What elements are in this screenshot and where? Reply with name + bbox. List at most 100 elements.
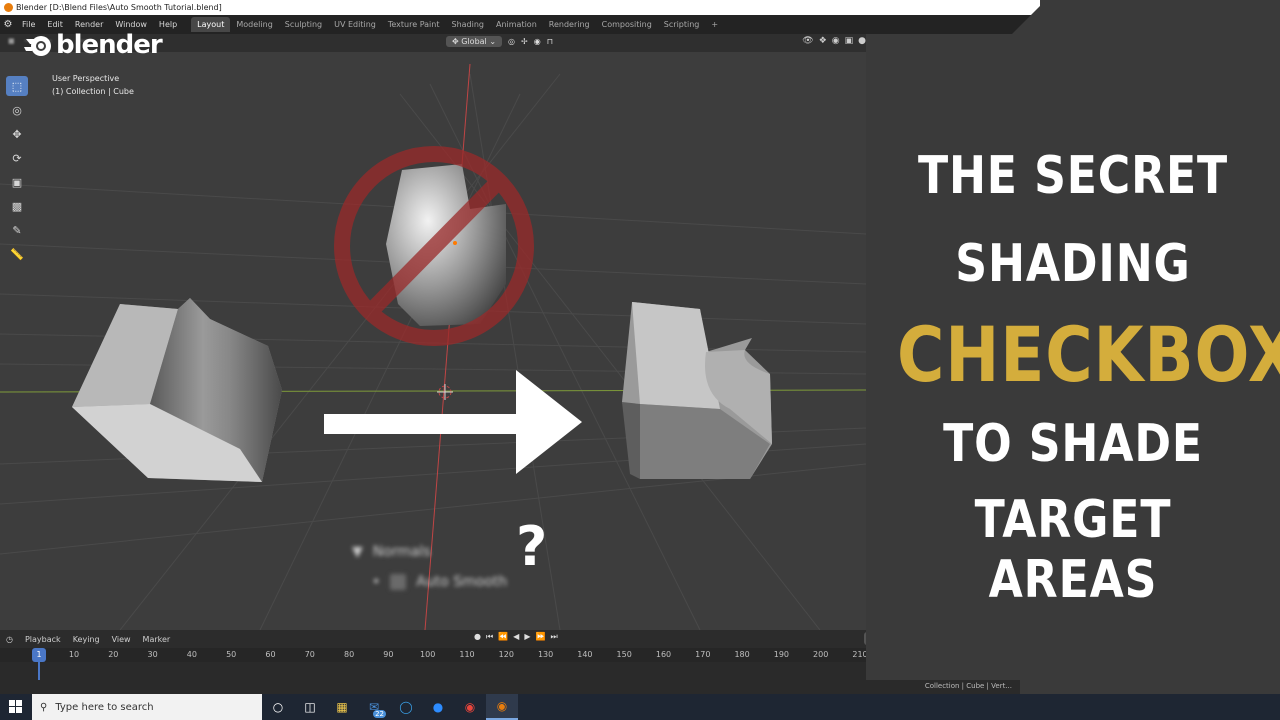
- edge-icon[interactable]: ◯: [390, 694, 422, 720]
- add-workspace-button[interactable]: +: [705, 17, 724, 32]
- timeline-menu-view[interactable]: View: [106, 635, 137, 644]
- taskbar-search[interactable]: ⚲ Type here to search: [32, 694, 262, 720]
- timeline-tick: 10: [68, 650, 80, 659]
- start-button[interactable]: [0, 694, 32, 720]
- viewport-header-right: 👁 ❖ ◉ ▣ ●: [802, 36, 866, 46]
- timeline-tick: 140: [577, 650, 593, 659]
- timeline-tick: 70: [304, 650, 315, 659]
- chrome-icon[interactable]: ◉: [454, 694, 486, 720]
- timeline-tick: 230: [930, 650, 947, 659]
- question-mark: ?: [516, 515, 548, 578]
- blender-logo: blender: [24, 30, 163, 60]
- timeline-editor-icon[interactable]: ◷: [0, 635, 19, 644]
- collection-label: (1) Collection | Cube: [52, 87, 134, 96]
- tab-layout[interactable]: Layout: [191, 17, 231, 32]
- blender-menu-icon[interactable]: ⚙: [0, 15, 16, 34]
- visibility-icon[interactable]: 👁: [802, 36, 813, 46]
- move-icon[interactable]: ✥: [6, 124, 28, 144]
- menu-window[interactable]: Window: [109, 20, 153, 29]
- header-mode-icon[interactable]: ■: [8, 37, 15, 45]
- status-text: Collection | Cube | Vert...: [924, 682, 1012, 690]
- task-view-icon[interactable]: ◫: [294, 694, 326, 720]
- snap-icon[interactable]: ✢: [521, 37, 528, 46]
- transform-orientation-group: ✥ Global ⌄ ◎ ✢ ◉ ⊓: [446, 36, 553, 47]
- orientation-dropdown[interactable]: ✥ Global ⌄: [446, 36, 503, 47]
- playhead-line: [38, 662, 40, 680]
- tab-compositing[interactable]: Compositing: [596, 17, 658, 32]
- blender-app-icon: [4, 3, 13, 12]
- tab-uv-editing[interactable]: UV Editing: [328, 17, 382, 32]
- normals-label: Normals: [372, 544, 431, 560]
- cortana-icon[interactable]: ○: [262, 694, 294, 720]
- shading-solid-icon[interactable]: ●: [858, 36, 866, 46]
- overlay-icon[interactable]: ◉: [832, 36, 840, 46]
- proportional-edit-icon[interactable]: ◉: [534, 37, 541, 46]
- playhead[interactable]: 1: [32, 648, 46, 662]
- pivot-icon[interactable]: ◎: [508, 37, 515, 46]
- record-icon[interactable]: ●: [474, 632, 481, 642]
- timeline-tick: 190: [773, 650, 790, 659]
- tab-scripting[interactable]: Scripting: [658, 17, 706, 32]
- scale-icon[interactable]: ▣: [6, 172, 28, 192]
- timeline-ruler[interactable]: 10 20 30 40 50 60 70 80 90 100 110 120 130 140 150 160 1…: [0, 648, 1020, 662]
- timeline-tick: 60: [265, 650, 276, 659]
- headline-line-2: SHADING: [955, 234, 1191, 294]
- timeline-tick: 240: [970, 650, 986, 659]
- timeline-tick: 220: [891, 650, 907, 659]
- play-reverse-icon[interactable]: ◀: [513, 632, 519, 642]
- cursor-icon[interactable]: ◎: [6, 100, 28, 120]
- timeline-tick: 50: [226, 650, 237, 659]
- timeline-tick: 100: [420, 650, 436, 659]
- search-icon: ⚲: [40, 701, 48, 713]
- messenger-icon[interactable]: ●: [422, 694, 454, 720]
- blender-taskbar-icon[interactable]: ◉: [486, 694, 518, 720]
- timeline-tick: 170: [695, 650, 711, 659]
- timeline-menu-playback[interactable]: Playback: [19, 635, 67, 644]
- auto-smooth-checkbox[interactable]: [390, 574, 407, 590]
- blender-logo-text: blender: [56, 30, 163, 60]
- timeline-tick: 210: [852, 650, 868, 659]
- faceted-object: [72, 298, 282, 482]
- prev-key-icon[interactable]: ⏪: [498, 632, 508, 642]
- annotate-icon[interactable]: ✎: [6, 220, 28, 240]
- timeline-tick: 160: [655, 650, 672, 659]
- tool-shelf: ⬚ ◎ ✥ ⟳ ▣ ▩ ✎ 📏: [6, 76, 30, 264]
- arrow-right: [324, 370, 582, 474]
- next-key-icon[interactable]: ⏩: [535, 632, 545, 642]
- jump-start-icon[interactable]: ⏮: [486, 632, 493, 642]
- chevron-down-icon: ▼: [352, 544, 363, 560]
- timeline-tick: 150: [616, 650, 632, 659]
- tab-modeling[interactable]: Modeling: [230, 17, 278, 32]
- xray-icon[interactable]: ▣: [845, 36, 854, 46]
- jump-end-icon[interactable]: ⏭: [550, 632, 557, 642]
- menu-help[interactable]: Help: [153, 20, 183, 29]
- select-box-icon[interactable]: ⬚: [6, 76, 28, 96]
- rotate-icon[interactable]: ⟳: [6, 148, 28, 168]
- menu-render[interactable]: Render: [69, 20, 109, 29]
- timeline-tick: 40: [186, 650, 197, 659]
- chevron-down-icon: ⌄: [489, 37, 497, 46]
- play-icon[interactable]: ▶: [524, 632, 530, 642]
- gizmo-icon[interactable]: ❖: [819, 36, 827, 46]
- measure-icon[interactable]: 📏: [6, 244, 28, 264]
- orientation-label: Global: [461, 37, 487, 46]
- tab-animation[interactable]: Animation: [490, 17, 543, 32]
- tab-texture-paint[interactable]: Texture Paint: [382, 17, 446, 32]
- tab-shading[interactable]: Shading: [445, 17, 490, 32]
- transform-icon[interactable]: ▩: [6, 196, 28, 216]
- start-frame-field[interactable]: Start 1: [918, 632, 988, 645]
- window-title: Blender [D:\Blend Files\Auto Smooth Tuto…: [16, 3, 222, 12]
- menu-edit[interactable]: Edit: [41, 20, 69, 29]
- headline-line-4: TO SHADE: [943, 414, 1203, 474]
- menu-file[interactable]: File: [16, 20, 41, 29]
- current-frame-field[interactable]: 1: [864, 632, 912, 645]
- mail-icon[interactable]: ✉ 22: [358, 694, 390, 720]
- timeline-menu-keying[interactable]: Keying: [67, 635, 106, 644]
- tab-rendering[interactable]: Rendering: [543, 17, 596, 32]
- 3d-cursor: [437, 384, 453, 400]
- falloff-icon[interactable]: ⊓: [547, 37, 553, 46]
- tab-sculpting[interactable]: Sculpting: [279, 17, 328, 32]
- timeline-menu-marker[interactable]: Marker: [137, 635, 177, 644]
- file-explorer-icon[interactable]: ▦: [326, 694, 358, 720]
- windows-taskbar: ⚲ Type here to search ○ ◫ ▦ ✉ 22 ◯ ● ◉ ◉: [0, 694, 1280, 720]
